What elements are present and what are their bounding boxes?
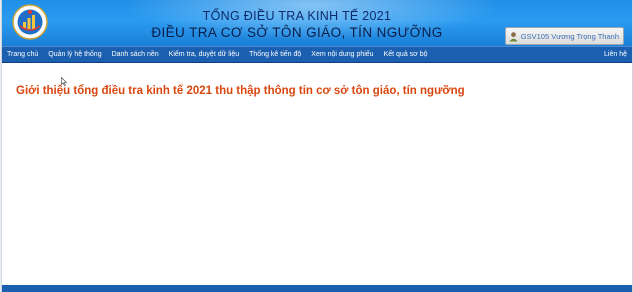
nav-item-preliminary-results[interactable]: Kết quả sơ bộ <box>379 51 433 58</box>
nav-item-home[interactable]: Trang chủ <box>2 51 43 58</box>
user-icon <box>509 31 518 42</box>
header-banner: TỔNG ĐIỀU TRA KINH TẾ 2021 ĐIỀU TRA CƠ S… <box>2 0 632 46</box>
page-frame: TỔNG ĐIỀU TRA KINH TẾ 2021 ĐIỀU TRA CƠ S… <box>1 0 633 292</box>
user-account-button[interactable]: GSV105 Vương Trọng Thanh <box>504 27 624 45</box>
main-navbar: Trang chủ Quản lý hệ thống Danh sách nền… <box>2 46 632 63</box>
nav-item-form-content[interactable]: Xem nội dung phiếu <box>306 51 378 58</box>
nav-item-data-review[interactable]: Kiểm tra, duyệt dữ liệu <box>164 51 244 58</box>
nav-item-contact[interactable]: Liên hệ <box>599 51 632 58</box>
page-footer <box>2 285 632 292</box>
header-title-line2: ĐIỀU TRA CƠ SỞ TÔN GIÁO, TÍN NGƯỠNG <box>151 25 443 40</box>
page-heading: Giới thiệu tổng điều tra kinh tế 2021 th… <box>16 85 465 97</box>
nav-item-system-management[interactable]: Quản lý hệ thống <box>43 51 106 58</box>
nav-item-progress-stats[interactable]: Thống kê tiến độ <box>244 51 306 58</box>
nav-item-base-list[interactable]: Danh sách nền <box>107 51 164 58</box>
user-name-label: GSV105 Vương Trọng Thanh <box>520 31 619 41</box>
header-title-line1: TỔNG ĐIỀU TRA KINH TẾ 2021 <box>202 9 392 23</box>
